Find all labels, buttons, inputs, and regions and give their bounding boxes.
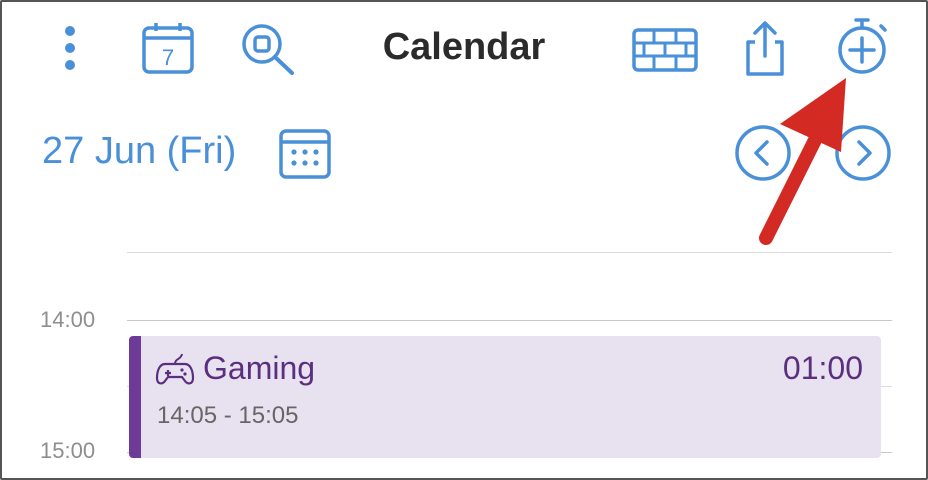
- hour-label-14: 14:00: [40, 307, 96, 332]
- event-time-range: 14:05 - 15:05: [157, 402, 299, 429]
- add-timer-icon[interactable]: [834, 16, 894, 76]
- half-hour-gridline: [127, 252, 892, 253]
- share-icon[interactable]: [740, 20, 790, 78]
- app-frame: 7 Calendar 27 Jun (Fri) 14:00 15:00 Gami…: [0, 0, 928, 480]
- grid-view-icon[interactable]: [632, 28, 698, 72]
- hour-label-15: 15:00: [40, 438, 96, 463]
- month-calendar-icon[interactable]: [278, 126, 332, 180]
- hour-gridline-14: [127, 320, 892, 321]
- event-card[interactable]: Gaming 01:00 14:05 - 15:05: [129, 336, 881, 458]
- current-date-label[interactable]: 27 Jun (Fri): [42, 130, 236, 173]
- chevron-right-icon[interactable]: [834, 124, 892, 182]
- chevron-left-icon[interactable]: [734, 124, 792, 182]
- gamepad-icon: [155, 352, 195, 388]
- event-color-bar: [129, 336, 141, 458]
- event-title: Gaming: [203, 350, 316, 386]
- event-duration: 01:00: [782, 350, 863, 386]
